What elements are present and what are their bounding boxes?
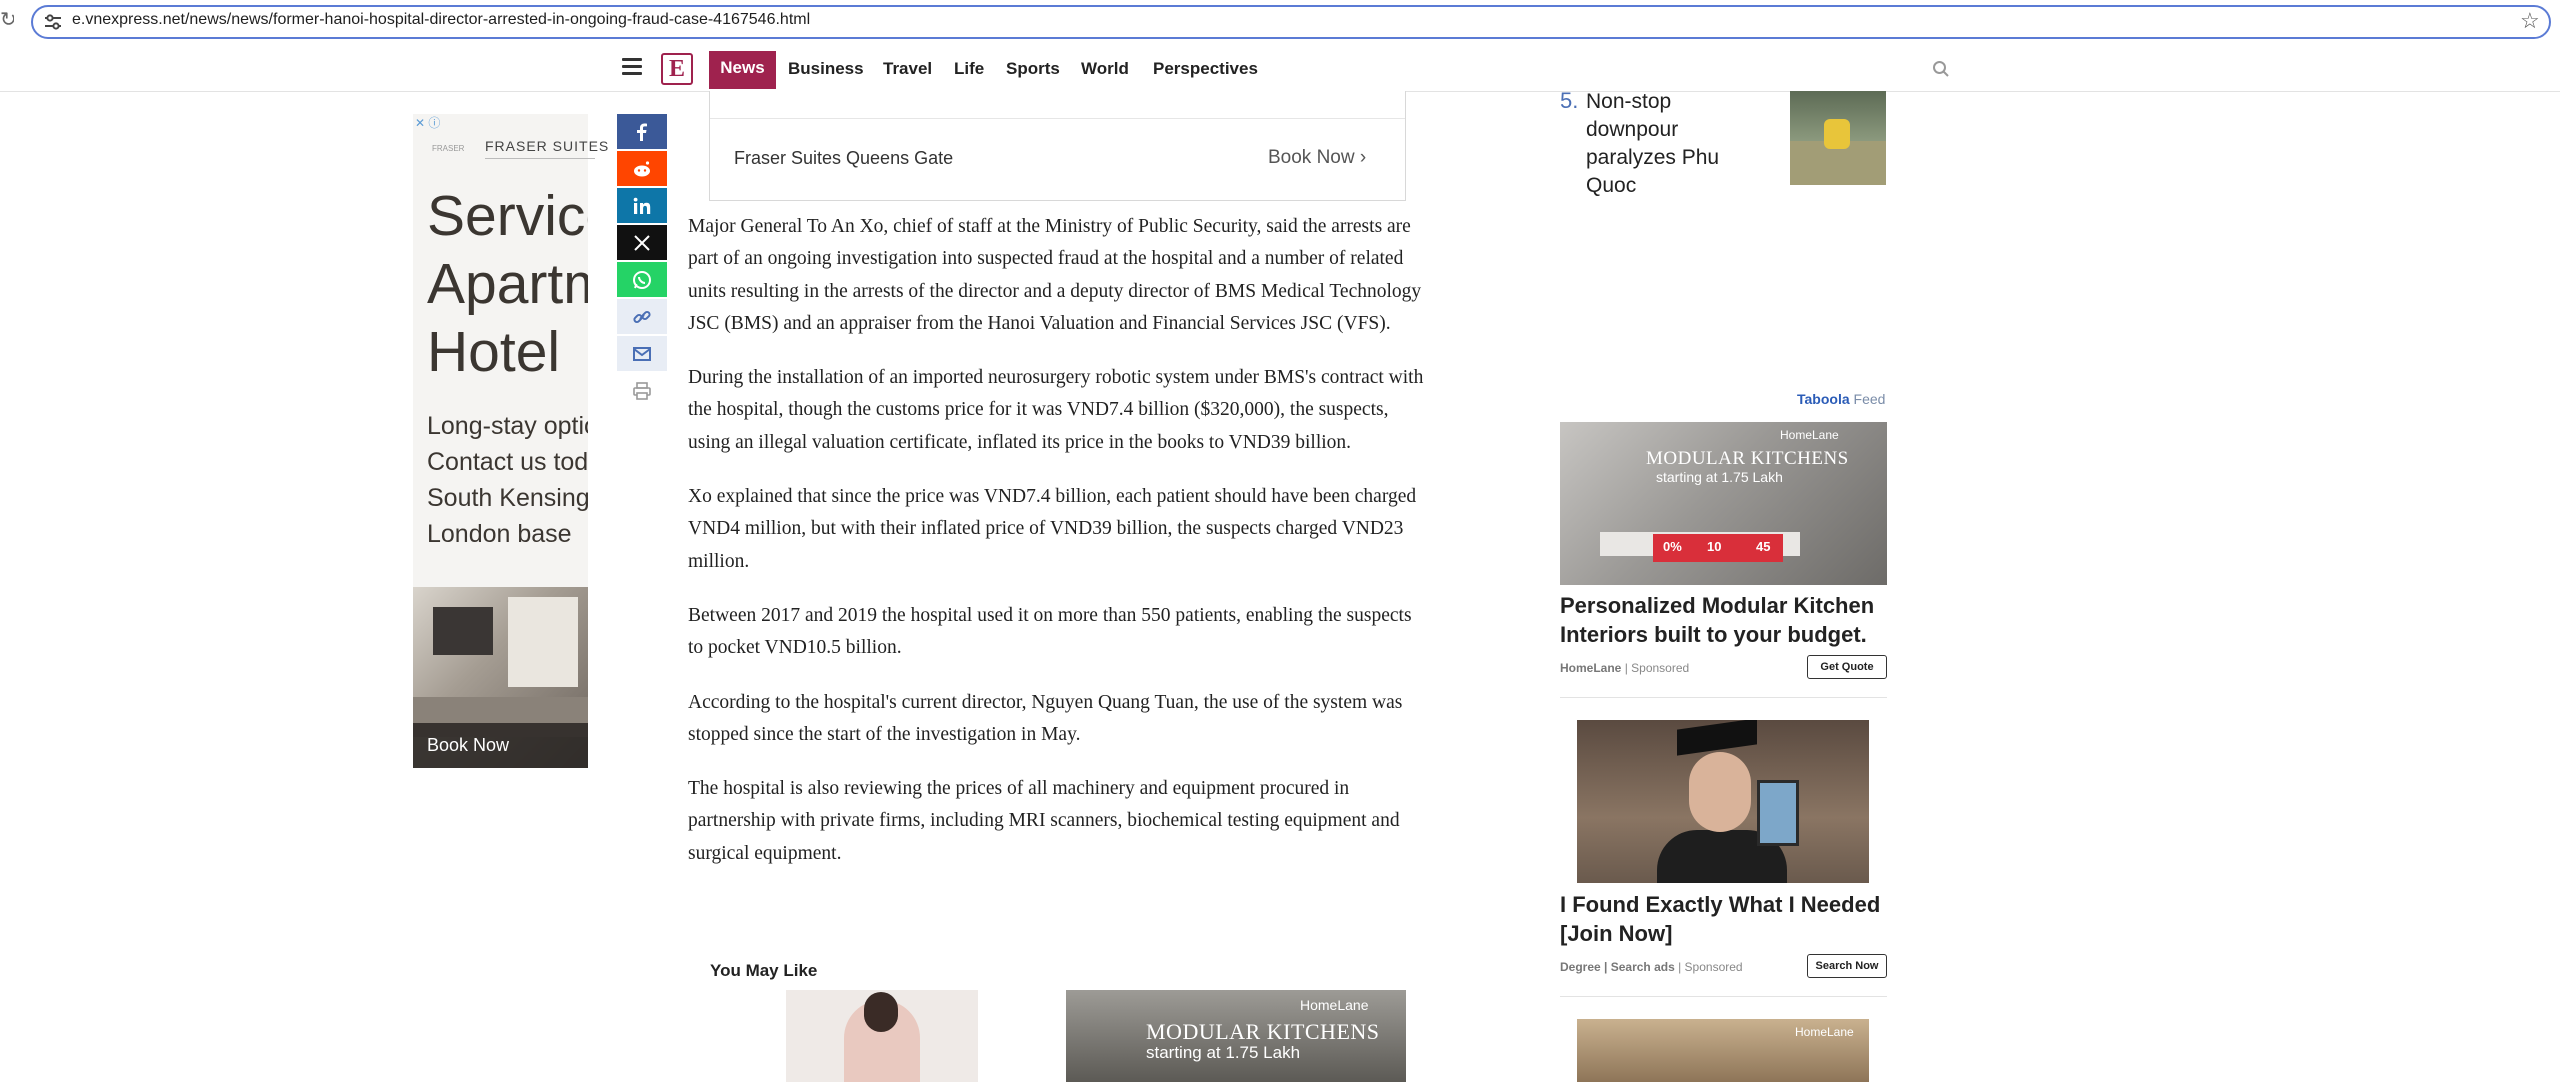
ad-headline: Serviced Apartment Hotel xyxy=(427,184,588,384)
article-paragraph: Xo explained that since the price was VN… xyxy=(688,486,1417,572)
trending-title-link[interactable]: Non-stop downpour paralyzes Phu Quoc xyxy=(1586,88,1719,200)
whatsapp-icon xyxy=(633,271,651,289)
site-info-icon[interactable] xyxy=(44,14,62,30)
bookmark-star-icon[interactable]: ☆ xyxy=(2520,9,2540,33)
offer-badge: 10 xyxy=(1707,539,1722,554)
ad-hotel-name: Fraser Suites Queens Gate xyxy=(734,148,954,168)
x-share-button[interactable] xyxy=(617,225,667,260)
you-may-like-heading: You May Like xyxy=(710,961,818,980)
ad-book-now-button[interactable]: Book Now xyxy=(413,723,588,768)
reload-icon[interactable]: ↻ xyxy=(0,8,14,32)
linkedin-icon xyxy=(633,197,651,214)
kitchen-ad-subline: starting at 1.75 Lakh xyxy=(1656,469,1783,485)
chevron-right-icon: › xyxy=(1359,147,1367,168)
print-button[interactable] xyxy=(617,373,667,408)
linkedin-share-button[interactable] xyxy=(617,188,667,223)
trending-number: 5. xyxy=(1560,88,1579,113)
feed-divider xyxy=(1560,996,1887,997)
search-icon[interactable] xyxy=(1932,60,1950,78)
nav-item-world[interactable]: World xyxy=(1081,52,1129,90)
reddit-share-button[interactable] xyxy=(617,151,667,186)
reddit-icon xyxy=(634,161,650,177)
homelane-brand: HomeLane xyxy=(1300,997,1369,1013)
facebook-share-button[interactable] xyxy=(617,114,667,149)
copy-link-button[interactable] xyxy=(617,299,667,334)
article-paragraph: Major General To An Xo, chief of staff a… xyxy=(688,216,1422,334)
sponsored-source: Degree | Search ads | Sponsored xyxy=(1560,960,1743,974)
kitchen-ad-headline: MODULAR KITCHENS xyxy=(1646,448,1849,469)
taboola-feed-text: Feed xyxy=(1853,391,1886,407)
ad-book-now-link[interactable]: Book Now › xyxy=(1268,147,1366,169)
ad-divider xyxy=(710,118,1405,119)
inline-ad-card[interactable] xyxy=(709,91,1406,201)
kitchen-ad-subline: starting at 1.75 Lakh xyxy=(1146,1043,1301,1062)
ad-book-now-label: Book Now xyxy=(1268,147,1355,168)
nav-item-perspectives[interactable]: Perspectives xyxy=(1153,52,1258,90)
facebook-icon xyxy=(637,123,647,141)
nav-item-sports[interactable]: Sports xyxy=(1006,52,1060,90)
nav-item-life[interactable]: Life xyxy=(954,52,984,90)
kitchen-ad-headline: MODULAR KITCHENS xyxy=(1146,1019,1380,1044)
print-icon xyxy=(633,382,651,400)
vnexpress-logo-icon[interactable]: E xyxy=(661,53,693,85)
recommended-fashion-image[interactable] xyxy=(786,990,978,1082)
email-icon xyxy=(633,347,651,361)
article-paragraph: During the installation of an imported n… xyxy=(688,367,1424,453)
email-share-button[interactable] xyxy=(617,336,667,371)
article-body: Major General To An Xo, chief of staff a… xyxy=(688,211,1430,892)
homelane-brand: HomeLane xyxy=(1780,428,1839,442)
url-text[interactable]: e.vnexpress.net/news/news/former-hanoi-h… xyxy=(72,11,810,29)
ad-source-name: Degree | Search ads xyxy=(1560,960,1675,974)
nav-item-business[interactable]: Business xyxy=(788,52,864,90)
article-paragraph: According to the hospital's current dire… xyxy=(688,691,1403,745)
site-navbar xyxy=(0,44,2560,92)
feed-divider xyxy=(1560,697,1887,698)
homelane-brand: HomeLane xyxy=(1795,1025,1854,1039)
taboola-brand: Taboola xyxy=(1797,391,1850,407)
sponsored-label: Sponsored xyxy=(1684,960,1743,974)
article-paragraph: Between 2017 and 2019 the hospital used … xyxy=(688,604,1412,659)
nav-item-news[interactable]: News xyxy=(709,51,776,89)
x-icon xyxy=(634,235,650,251)
sponsored-graduate-image[interactable] xyxy=(1577,720,1869,883)
search-now-button[interactable]: Search Now xyxy=(1807,954,1887,978)
hamburger-menu-icon[interactable] xyxy=(622,58,644,76)
taboola-feed-label[interactable]: Taboola Feed xyxy=(1797,391,1885,407)
ad-source-name: HomeLane xyxy=(1560,661,1622,675)
sponsored-label: Sponsored xyxy=(1631,661,1690,675)
nav-item-travel[interactable]: Travel xyxy=(883,52,932,90)
offer-badge: 45 xyxy=(1756,539,1771,554)
sponsored-ad-title[interactable]: Personalized Modular Kitchen Interiors b… xyxy=(1560,591,1874,649)
ad-body: Long-stay option Contact us today South … xyxy=(427,412,588,548)
link-icon xyxy=(633,310,651,324)
whatsapp-share-button[interactable] xyxy=(617,262,667,297)
sponsored-source: HomeLane | Sponsored xyxy=(1560,661,1690,675)
offer-badge: 0% xyxy=(1663,539,1682,554)
sponsored-ad-title[interactable]: I Found Exactly What I Needed [Join Now] xyxy=(1560,890,1880,948)
sponsored-kitchen-image[interactable] xyxy=(1560,422,1887,585)
get-quote-button[interactable]: Get Quote xyxy=(1807,655,1887,679)
trending-thumbnail[interactable] xyxy=(1790,91,1886,185)
article-paragraph: The hospital is also reviewing the price… xyxy=(688,778,1400,864)
